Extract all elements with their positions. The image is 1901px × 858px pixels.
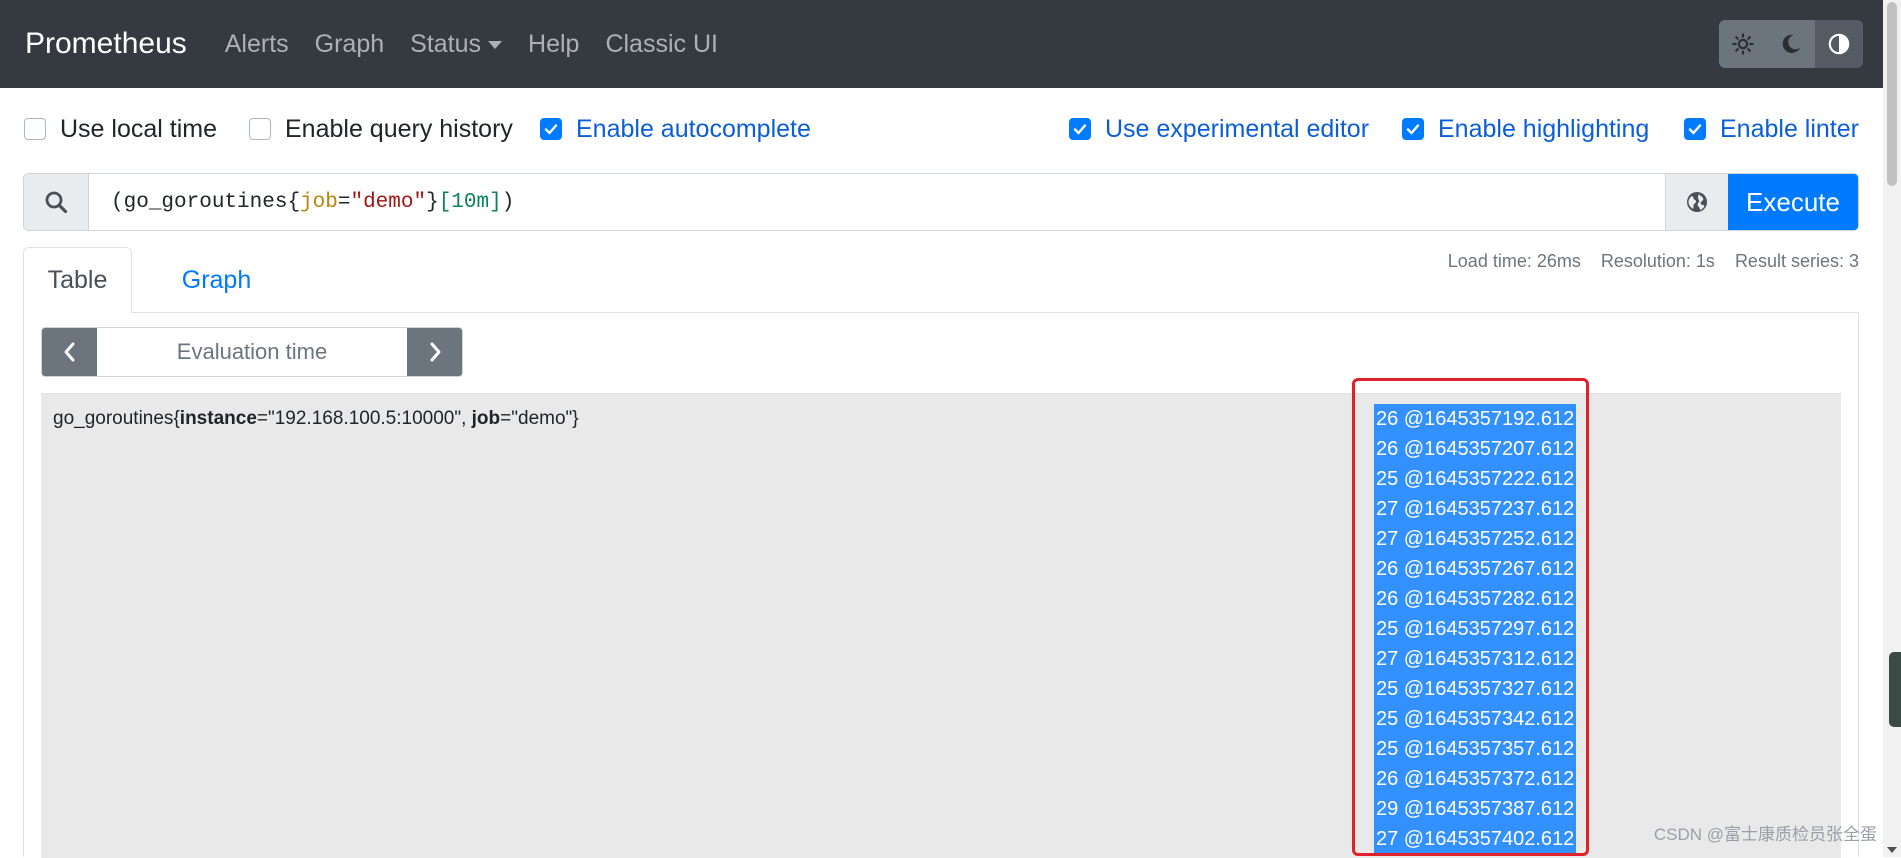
watermark: CSDN @富士康质检员张全蛋 [1653, 825, 1877, 844]
top-navbar: Prometheus Alerts Graph Status Help Clas… [0, 0, 1883, 88]
use-local-time-checkbox[interactable] [24, 118, 46, 140]
query-range: [10m] [438, 190, 502, 214]
query-equals: = [337, 190, 351, 214]
nav-link-graph[interactable]: Graph [315, 30, 384, 59]
search-icon [45, 191, 68, 214]
enable-highlighting-label: Enable highlighting [1438, 114, 1650, 143]
load-time-stat: Load time: 26ms [1447, 251, 1581, 271]
option-enable-query-history[interactable]: Enable query history [249, 108, 513, 150]
result-series-stat: Result series: 3 [1734, 251, 1859, 271]
query-bar: (go_goroutines{job = "demo"} [10m]) Execute [23, 173, 1859, 231]
enable-linter-checkbox[interactable] [1684, 118, 1706, 140]
nav-link-status[interactable]: Status [410, 29, 503, 59]
annotation-highlight-box [1352, 378, 1589, 856]
evaluation-time-input[interactable]: Evaluation time [97, 328, 407, 376]
eval-time-forward-button[interactable] [407, 328, 462, 376]
sun-icon [1732, 33, 1754, 55]
theme-light-button[interactable] [1719, 20, 1767, 68]
enable-query-history-checkbox[interactable] [249, 118, 271, 140]
series-label-job-name: job [471, 408, 501, 429]
query-metric-name: go_goroutines [123, 190, 288, 214]
option-enable-linter[interactable]: Enable linter [1684, 108, 1859, 150]
evaluation-time-picker: Evaluation time [41, 327, 463, 377]
enable-linter-label: Enable linter [1720, 114, 1859, 143]
option-enable-highlighting[interactable]: Enable highlighting [1402, 108, 1649, 150]
use-experimental-editor-label: Use experimental editor [1105, 114, 1370, 143]
result-tabs: Table Graph Load time: 26ms Resolution: … [23, 247, 1859, 313]
option-use-experimental-editor[interactable]: Use experimental editor [1069, 108, 1369, 150]
scroll-down-arrow-icon[interactable] [1887, 847, 1897, 853]
series-label: go_goroutines{instance="192.168.100.5:10… [53, 408, 579, 430]
chevron-right-icon [430, 342, 440, 362]
series-brace-close: } [572, 408, 579, 429]
query-close-paren: ) [501, 190, 515, 214]
query-brace-open: { [287, 190, 301, 214]
scrollbar-thumb[interactable] [1887, 2, 1897, 186]
enable-autocomplete-label: Enable autocomplete [576, 114, 811, 143]
series-metric: go_goroutines [53, 408, 174, 429]
enable-query-history-label: Enable query history [285, 114, 513, 143]
execute-button[interactable]: Execute [1728, 174, 1858, 230]
resolution-stat: Resolution: 1s [1600, 251, 1715, 271]
use-experimental-editor-checkbox[interactable] [1069, 118, 1091, 140]
query-stats: Load time: 26ms Resolution: 1s Result se… [1448, 251, 1859, 272]
theme-dark-button[interactable] [1767, 20, 1815, 68]
page-scrollbar[interactable] [1883, 0, 1901, 857]
use-local-time-label: Use local time [60, 114, 217, 143]
nav-link-classic-ui[interactable]: Classic UI [605, 30, 718, 59]
series-label-instance-value: ="192.168.100.5:10000", [256, 408, 472, 429]
metrics-explorer-button[interactable] [1665, 174, 1728, 230]
query-expression-input[interactable]: (go_goroutines{job = "demo"} [10m]) [89, 174, 1665, 230]
tab-graph[interactable]: Graph [159, 247, 274, 313]
query-label-value: "demo" [350, 190, 427, 214]
series-label-job-value: ="demo" [500, 408, 573, 429]
option-enable-autocomplete[interactable]: Enable autocomplete [540, 108, 811, 150]
brand-logo[interactable]: Prometheus [25, 27, 187, 61]
globe-icon [1687, 192, 1707, 212]
series-label-instance-name: instance [179, 408, 257, 429]
eval-time-back-button[interactable] [42, 328, 97, 376]
check-icon [1688, 124, 1702, 135]
moon-icon [1782, 34, 1801, 53]
option-use-local-time[interactable]: Use local time [24, 108, 217, 150]
query-open-paren: ( [111, 190, 124, 214]
chevron-down-icon [488, 41, 503, 49]
nav-link-help[interactable]: Help [528, 30, 579, 59]
query-brace-close: } [426, 190, 439, 214]
query-label-name: job [300, 190, 338, 214]
check-icon [1406, 124, 1420, 135]
enable-highlighting-checkbox[interactable] [1402, 118, 1424, 140]
search-addon [24, 174, 89, 230]
tab-table[interactable]: Table [23, 247, 132, 313]
nav-link-status-label: Status [410, 29, 482, 58]
enable-autocomplete-checkbox[interactable] [540, 118, 562, 140]
theme-auto-button[interactable] [1815, 20, 1863, 68]
check-icon [1073, 124, 1087, 135]
check-icon [544, 124, 558, 135]
chevron-left-icon [64, 342, 74, 362]
nav-link-alerts[interactable]: Alerts [225, 30, 289, 59]
query-options: Use local time Enable query history Enab… [24, 108, 1877, 150]
side-widget-tab[interactable] [1889, 652, 1901, 727]
contrast-icon [1828, 33, 1850, 55]
theme-toggle-group [1719, 20, 1863, 68]
